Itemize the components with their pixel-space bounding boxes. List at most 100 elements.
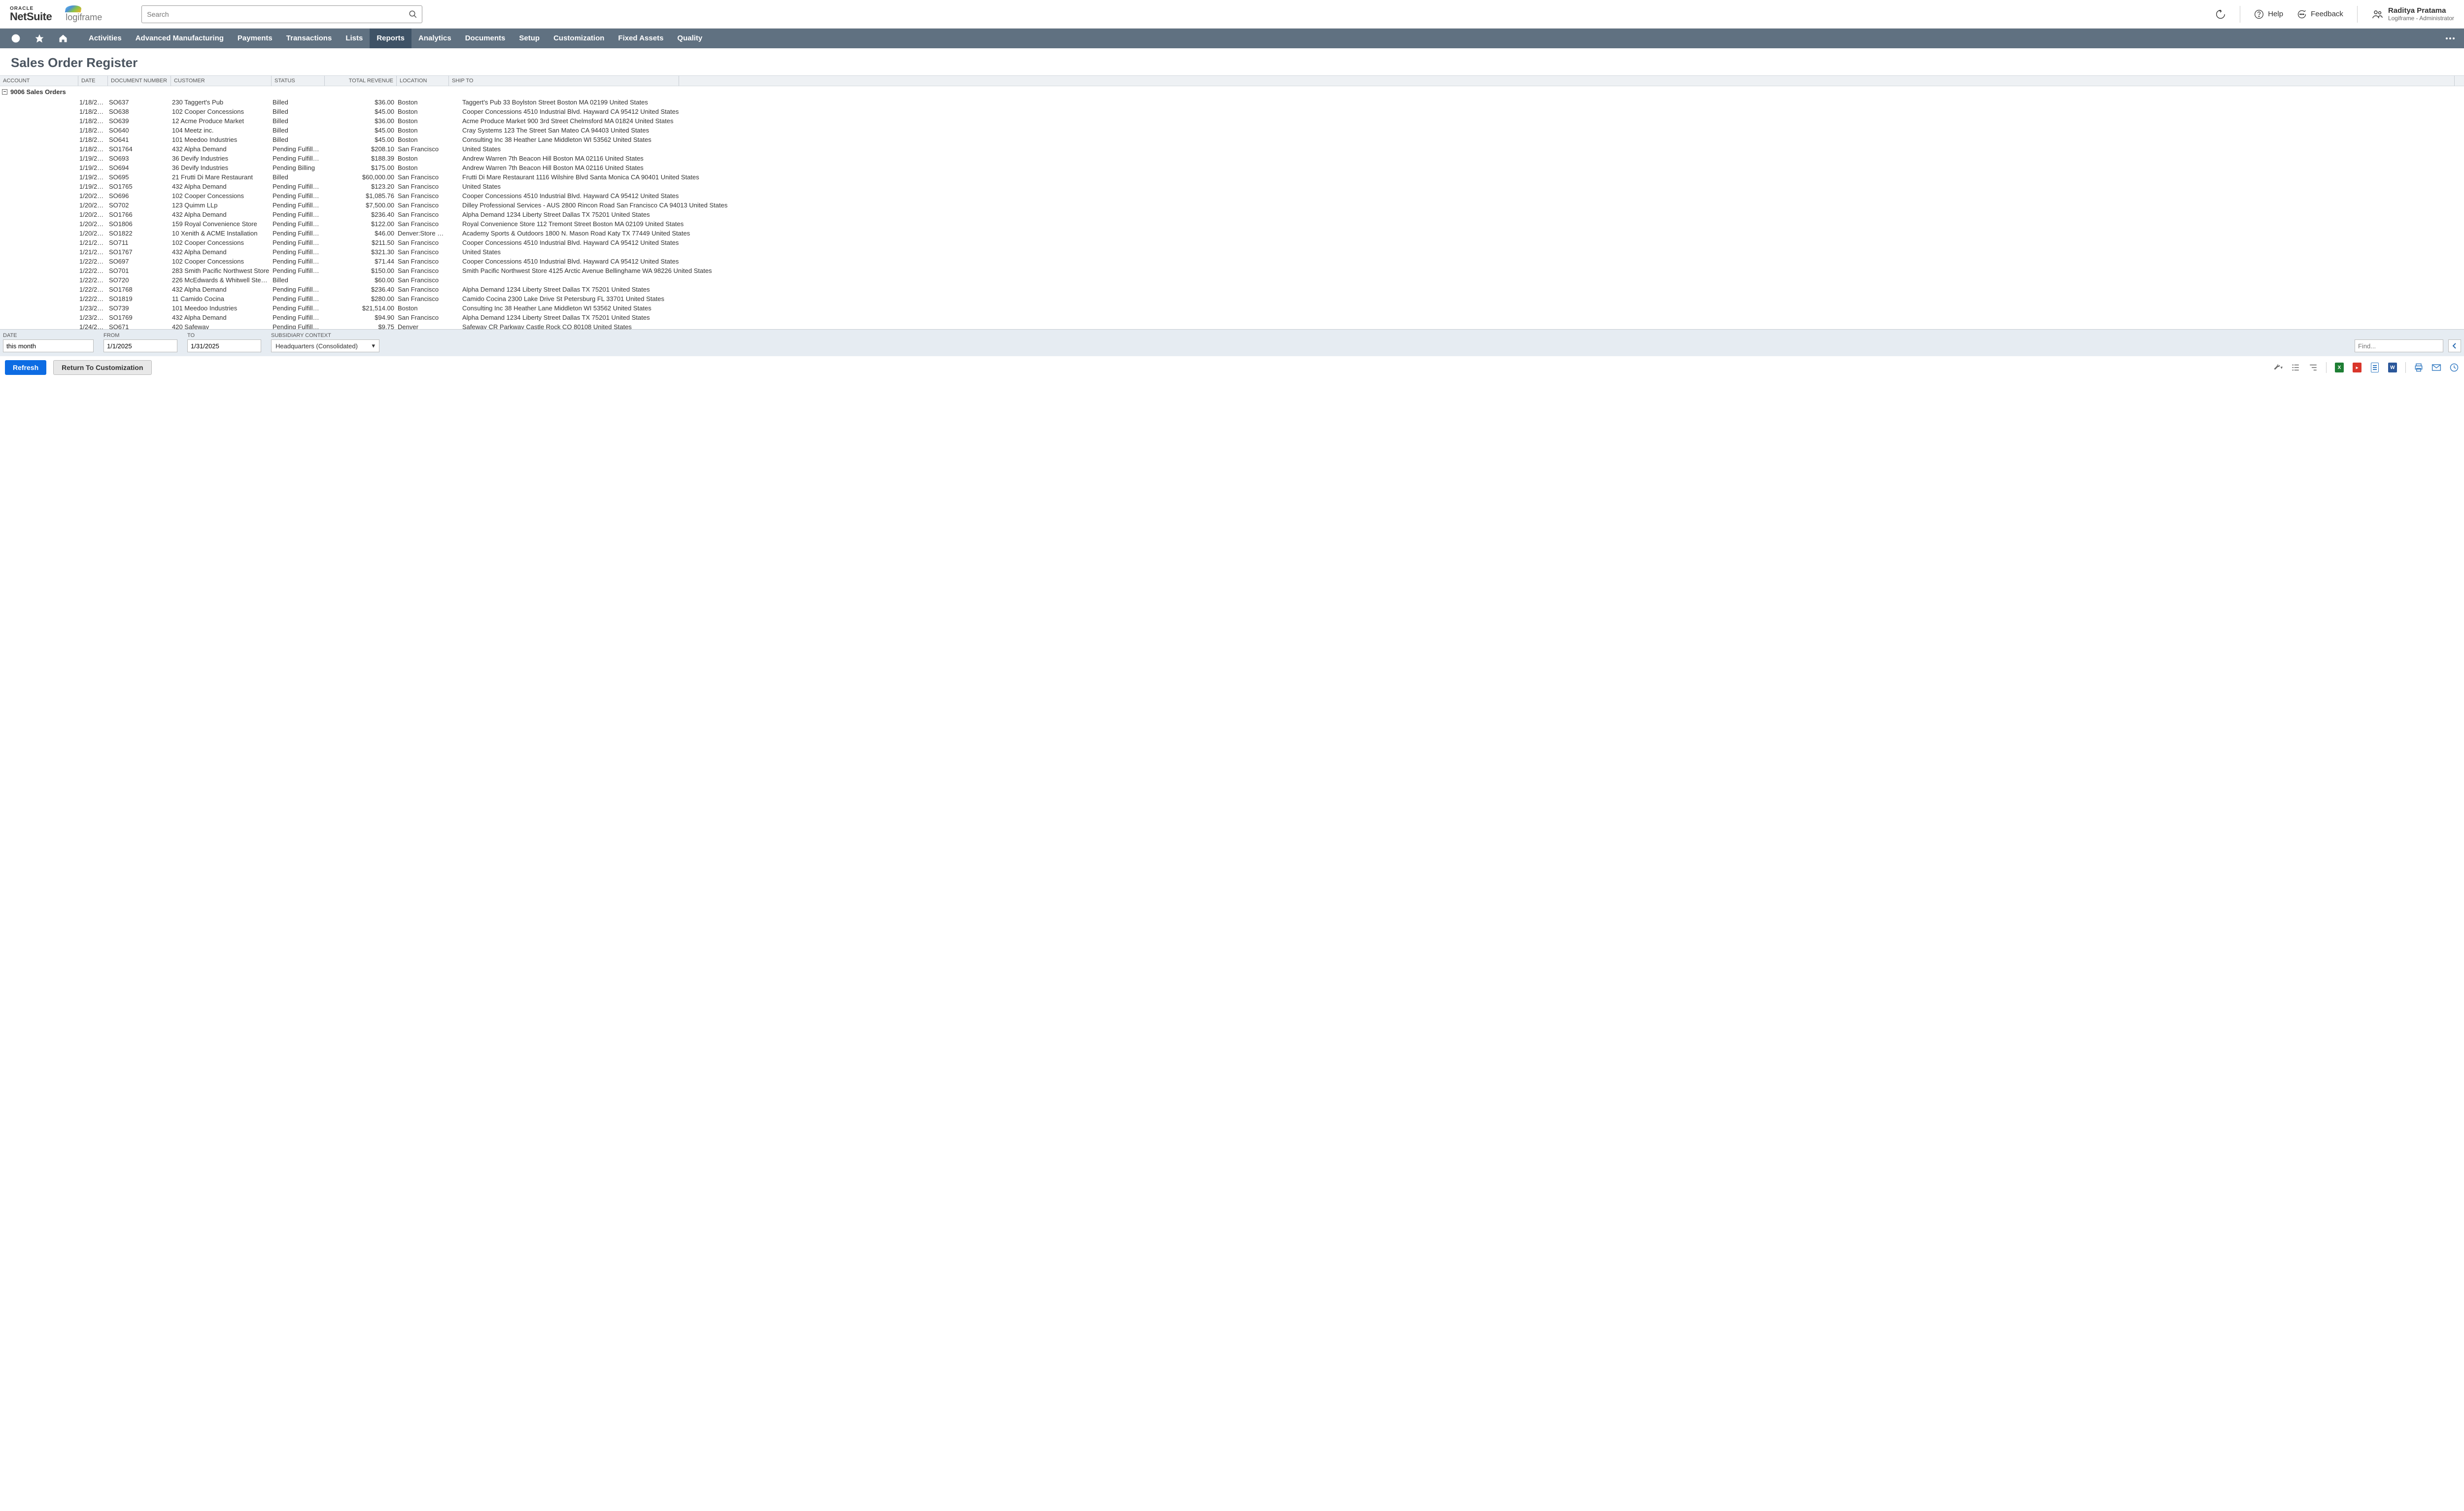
table-row[interactable]: 1/20/2025SO182210 Xenith & ACME Installa… xyxy=(0,229,2464,238)
export-word-icon[interactable]: W xyxy=(2388,363,2397,372)
col-status[interactable]: STATUS xyxy=(271,76,324,86)
nav-transactions[interactable]: Transactions xyxy=(279,29,339,48)
star-icon[interactable] xyxy=(34,34,44,43)
cell-location: San Francisco xyxy=(396,275,448,285)
table-row[interactable]: 1/20/2025SO1766432 Alpha DemandPending F… xyxy=(0,210,2464,219)
cell-location: Boston xyxy=(396,98,448,107)
col-shipto[interactable]: SHIP TO xyxy=(448,76,679,86)
partner-logo[interactable]: logiframe xyxy=(66,5,102,23)
col-date[interactable]: DATE xyxy=(78,76,107,86)
outdent-icon[interactable] xyxy=(2291,363,2300,372)
table-row[interactable]: 1/20/2025SO702123 Quimm LLpPending Fulfi… xyxy=(0,201,2464,210)
feedback-link[interactable]: Feedback xyxy=(2297,9,2343,19)
cell-account xyxy=(0,201,78,210)
cell-account xyxy=(0,257,78,266)
nav-documents[interactable]: Documents xyxy=(458,29,513,48)
table-row[interactable]: 1/23/2025SO1769432 Alpha DemandPending F… xyxy=(0,313,2464,322)
email-icon[interactable] xyxy=(2431,363,2441,372)
cell-doc: SO1768 xyxy=(107,285,171,294)
filter-from-input[interactable] xyxy=(103,339,177,352)
oracle-netsuite-logo[interactable]: ORACLE NetSuite xyxy=(10,6,52,22)
cell-revenue: $208.10 xyxy=(324,144,396,154)
col-location[interactable]: LOCATION xyxy=(396,76,448,86)
col-customer[interactable]: CUSTOMER xyxy=(171,76,271,86)
table-row[interactable]: 1/19/2025SO1765432 Alpha DemandPending F… xyxy=(0,182,2464,191)
schedule-icon[interactable] xyxy=(2449,363,2459,372)
table-row[interactable]: 1/21/2025SO1767432 Alpha DemandPending F… xyxy=(0,247,2464,257)
nav-more-icon[interactable] xyxy=(2436,37,2464,40)
cell-account xyxy=(0,144,78,154)
cell-location: San Francisco xyxy=(396,285,448,294)
table-row[interactable]: 1/20/2025SO696102 Cooper ConcessionsPend… xyxy=(0,191,2464,201)
table-row[interactable]: 1/22/2025SO701283 Smith Pacific Northwes… xyxy=(0,266,2464,275)
cell-doc: SO693 xyxy=(107,154,171,163)
nav-reports[interactable]: Reports xyxy=(370,29,411,48)
global-search-input[interactable] xyxy=(141,5,422,23)
filter-subsidiary-select[interactable]: Headquarters (Consolidated) ▾ xyxy=(271,339,379,352)
nav-fixed-assets[interactable]: Fixed Assets xyxy=(611,29,670,48)
print-icon[interactable] xyxy=(2414,363,2424,372)
table-row[interactable]: 1/24/2025SO671420 SafewayPending Fulfill… xyxy=(0,322,2464,329)
home-icon[interactable] xyxy=(58,34,68,43)
return-to-customization-button[interactable]: Return To Customization xyxy=(53,360,151,375)
cell-location: San Francisco xyxy=(396,144,448,154)
nav-setup[interactable]: Setup xyxy=(512,29,547,48)
nav-lists[interactable]: Lists xyxy=(339,29,370,48)
table-row[interactable]: 1/22/2025SO181911 Camido CocinaPending F… xyxy=(0,294,2464,303)
recent-icon[interactable] xyxy=(2215,9,2226,20)
table-row[interactable]: 1/18/2025SO641101 Meedoo IndustriesBille… xyxy=(0,135,2464,144)
find-input[interactable] xyxy=(2355,339,2443,352)
cell-shipto: Consulting Inc 38 Heather Lane Middleton… xyxy=(448,303,2464,313)
table-row[interactable]: 1/18/2025SO640104 Meetz inc.Billed$45.00… xyxy=(0,126,2464,135)
table-row[interactable]: 1/22/2025SO1768432 Alpha DemandPending F… xyxy=(0,285,2464,294)
cell-status: Pending Fulfillment xyxy=(271,219,324,229)
nav-quality[interactable]: Quality xyxy=(670,29,709,48)
export-excel-icon[interactable]: X xyxy=(2334,363,2344,372)
report-data-area[interactable]: − 9006 Sales Orders 1/18/2025SO637230 Ta… xyxy=(0,86,2464,329)
group-row[interactable]: − 9006 Sales Orders xyxy=(0,86,2464,98)
cell-account xyxy=(0,191,78,201)
nav-activities[interactable]: Activities xyxy=(82,29,129,48)
cell-date: 1/18/2025 xyxy=(78,98,107,107)
nav-advanced-manufacturing[interactable]: Advanced Manufacturing xyxy=(129,29,231,48)
collapse-icon[interactable]: − xyxy=(2,89,7,95)
col-account[interactable]: ACCOUNT xyxy=(0,76,78,86)
user-menu[interactable]: Raditya Pratama Logiframe - Administrato… xyxy=(2371,6,2454,22)
indent-icon[interactable] xyxy=(2308,363,2318,372)
filter-to-input[interactable] xyxy=(187,339,261,352)
wrench-icon[interactable]: ▾ xyxy=(2273,363,2283,372)
search-icon[interactable] xyxy=(409,10,417,19)
filter-date-input[interactable] xyxy=(3,339,94,352)
table-row[interactable]: 1/18/2025SO638102 Cooper ConcessionsBill… xyxy=(0,107,2464,116)
table-row[interactable]: 1/20/2025SO1806159 Royal Convenience Sto… xyxy=(0,219,2464,229)
table-row[interactable]: 1/18/2025SO1764432 Alpha DemandPending F… xyxy=(0,144,2464,154)
history-icon[interactable] xyxy=(11,34,21,43)
col-revenue[interactable]: TOTAL REVENUE xyxy=(324,76,396,86)
table-row[interactable]: 1/22/2025SO697102 Cooper ConcessionsPend… xyxy=(0,257,2464,266)
table-row[interactable]: 1/18/2025SO63912 Acme Produce MarketBill… xyxy=(0,116,2464,126)
table-row[interactable]: 1/19/2025SO69521 Frutti Di Mare Restaura… xyxy=(0,172,2464,182)
table-row[interactable]: 1/22/2025SO720226 McEdwards & Whitwell S… xyxy=(0,275,2464,285)
refresh-button[interactable]: Refresh xyxy=(5,360,46,375)
cell-customer: 123 Quimm LLp xyxy=(171,201,271,210)
nav-analytics[interactable]: Analytics xyxy=(411,29,458,48)
cell-status: Pending Fulfillment xyxy=(271,266,324,275)
nav-customization[interactable]: Customization xyxy=(547,29,611,48)
table-row[interactable]: 1/19/2025SO69336 Devify IndustriesPendin… xyxy=(0,154,2464,163)
export-doc-icon[interactable] xyxy=(2370,363,2380,372)
table-row[interactable]: 1/18/2025SO637230 Taggert's PubBilled$36… xyxy=(0,98,2464,107)
cell-customer: 101 Meedoo Industries xyxy=(171,135,271,144)
help-link[interactable]: Help xyxy=(2254,9,2283,19)
cell-date: 1/19/2025 xyxy=(78,154,107,163)
nav-payments[interactable]: Payments xyxy=(231,29,279,48)
table-row[interactable]: 1/23/2025SO739101 Meedoo IndustriesPendi… xyxy=(0,303,2464,313)
cell-revenue: $46.00 xyxy=(324,229,396,238)
cell-date: 1/19/2025 xyxy=(78,182,107,191)
cell-date: 1/18/2025 xyxy=(78,126,107,135)
collapse-filters-button[interactable] xyxy=(2448,339,2461,352)
export-pdf-icon[interactable]: ▸ xyxy=(2352,363,2362,372)
table-row[interactable]: 1/21/2025SO711102 Cooper ConcessionsPend… xyxy=(0,238,2464,247)
filter-subsidiary-label: SUBSIDIARY CONTEXT xyxy=(271,333,379,338)
table-row[interactable]: 1/19/2025SO69436 Devify IndustriesPendin… xyxy=(0,163,2464,172)
col-docnum[interactable]: DOCUMENT NUMBER xyxy=(107,76,171,86)
